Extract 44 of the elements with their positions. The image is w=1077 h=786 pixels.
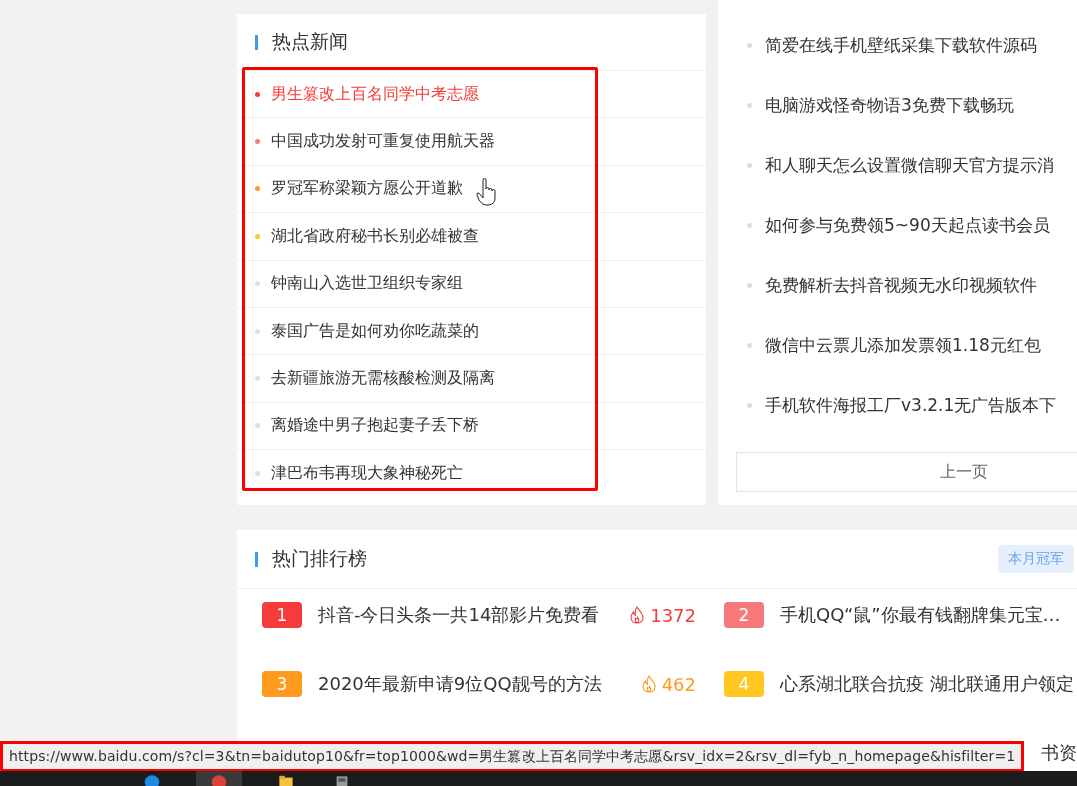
bullet-dot — [747, 282, 752, 288]
news-link[interactable]: 去新疆旅游无需核酸检测及隔离 — [271, 368, 495, 390]
list-link[interactable]: 和人聊天怎么设置微信聊天官方提示消 — [765, 153, 1054, 177]
bullet-dot — [747, 102, 752, 108]
news-link[interactable]: 中国成功发射可重复使用航天器 — [271, 131, 495, 153]
news-link[interactable]: 离婚途中男子抱起妻子丢下桥 — [271, 415, 479, 437]
bullet-dot — [747, 162, 752, 168]
news-link[interactable]: 津巴布韦再现大象神秘死亡 — [271, 462, 463, 484]
news-link[interactable]: 钟南山入选世卫组织专家组 — [271, 273, 463, 295]
bullet-dot — [747, 342, 752, 348]
news-link[interactable]: 男生篡改上百名同学中考志愿 — [271, 83, 479, 105]
ranking-link[interactable]: 手机QQ“鼠”你最有钱翻牌集元宝… — [780, 603, 1061, 627]
section-title: 热点新闻 — [272, 29, 348, 54]
heat-count: 1372 — [650, 604, 696, 626]
news-link[interactable]: 罗冠军称梁颖方愿公开道歉 — [271, 178, 463, 200]
accent-bar — [255, 551, 258, 567]
bullet-dot — [747, 42, 752, 48]
section-title: 热门排行榜 — [272, 546, 367, 571]
list-link[interactable]: 如何参与免费领5~90天起点读书会员 — [765, 213, 1050, 237]
list-link[interactable]: 电脑游戏怪奇物语3免费下载畅玩 — [765, 93, 1014, 117]
previous-page-button[interactable]: 上一页 — [736, 452, 1077, 492]
taskbar-tile[interactable] — [196, 771, 242, 786]
heat-count: 462 — [661, 673, 696, 695]
hand-cursor-icon — [476, 178, 496, 206]
rank-number: 2 — [724, 602, 764, 628]
rank-number: 1 — [262, 602, 302, 628]
list-link[interactable]: 免费解析去抖音视频无水印视频软件 — [765, 273, 1037, 297]
flame-icon — [641, 675, 656, 693]
news-link[interactable]: 泰国广告是如何劝你吃蔬菜的 — [271, 320, 479, 342]
news-link[interactable]: 湖北省政府秘书长别必雄被查 — [271, 225, 479, 247]
accent-bar — [255, 34, 258, 50]
ranking-link[interactable]: 抖音-今日头条一共14部影片免费看 — [318, 603, 600, 627]
bullet-dot — [747, 402, 752, 408]
rank-number: 3 — [262, 671, 302, 697]
list-link[interactable]: 手机软件海报工厂v3.2.1无广告版本下 — [765, 393, 1057, 417]
ranking-link[interactable]: 书资 — [1041, 741, 1077, 765]
ranking-link[interactable]: 心系湖北联合抗疫 湖北联通用户领定 — [780, 672, 1074, 696]
flame-icon — [630, 606, 645, 624]
list-link[interactable]: 简爱在线手机壁纸采集下载软件源码 — [765, 33, 1037, 57]
list-link[interactable]: 微信中云票儿添加发票领1.18元红包 — [765, 333, 1041, 357]
ranking-link[interactable]: 2020年最新申请9位QQ靓号的方法 — [318, 672, 602, 696]
bullet-dot — [747, 222, 752, 228]
status-bar-url: https://www.baidu.com/s?cl=3&tn=baidutop10&fr=top1000&wd=男生篡改上百名同学中考志愿&rsv_idx=2&rsv_dl=fyb_n_homepage&hisfilter=1 — [0, 741, 1025, 772]
rank-number: 4 — [724, 671, 764, 697]
